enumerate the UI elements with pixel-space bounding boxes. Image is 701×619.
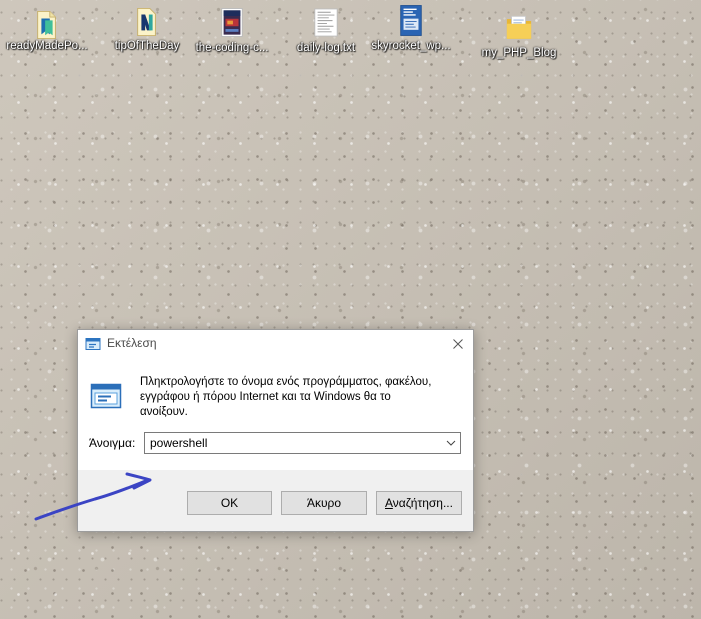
desktop-icon-label: daily-log.txt xyxy=(296,42,356,54)
dialog-description: Πληκτρολογήστε το όνομα ενός προγράμματο… xyxy=(140,375,431,420)
close-icon xyxy=(453,339,463,349)
dialog-button-bar: OK Άκυρο Αναζήτηση... xyxy=(78,470,473,531)
desktop-icon-label: skyrocket_wp... xyxy=(371,40,451,52)
document-app-icon xyxy=(33,10,61,40)
text-file-icon xyxy=(312,7,340,38)
dialog-title-bar[interactable]: Εκτέλεση xyxy=(78,330,473,358)
desktop-icon-daily-log[interactable]: daily-log.txt xyxy=(283,0,369,64)
desktop-icon-label: my_PHP_Blog xyxy=(481,47,557,59)
book-cover-icon xyxy=(397,4,425,37)
desktop-icon-my-php-blog[interactable]: my_PHP_Blog xyxy=(476,0,562,64)
desktop-icon-label: tipOfTheDay xyxy=(114,40,180,52)
open-label: Άνοιγμα: xyxy=(89,436,136,450)
desktop-wallpaper[interactable]: readyMadePo... tipOfTheDay the-coding-c. xyxy=(0,0,701,619)
book-cover-icon xyxy=(218,7,246,38)
ok-button[interactable]: OK xyxy=(187,491,272,515)
ok-button-label: OK xyxy=(220,496,239,510)
run-dialog: Εκτέλεση Πληκτρολογήστε το όνομα ενός πρ… xyxy=(77,329,474,532)
desktop-icon-label: readyMadePo... xyxy=(6,40,88,52)
browse-button-label: Αναζήτηση... xyxy=(385,496,453,510)
close-button[interactable] xyxy=(443,330,473,358)
desktop-icon-readymadepo[interactable]: readyMadePo... xyxy=(4,0,90,64)
browse-button[interactable]: Αναζήτηση... xyxy=(376,491,462,515)
dropdown-button[interactable] xyxy=(442,433,460,453)
run-large-icon xyxy=(90,380,122,412)
run-icon xyxy=(85,336,101,352)
desktop-icon-label: the-coding-c... xyxy=(195,42,269,54)
cancel-button[interactable]: Άκυρο xyxy=(281,491,367,515)
document-app-icon xyxy=(133,7,161,37)
description-line: ανοίξουν. xyxy=(140,406,188,418)
description-line: εγγράφου ή πόρου Internet και τα Windows… xyxy=(140,391,391,403)
folder-icon xyxy=(505,14,533,41)
open-input[interactable]: powershell xyxy=(150,436,207,450)
desktop-icon-tipoftheday[interactable]: tipOfTheDay xyxy=(104,0,190,64)
desktop-icon-the-coding[interactable]: the-coding-c... xyxy=(189,0,275,64)
open-combobox[interactable]: powershell xyxy=(144,432,461,454)
desktop-icon-skyrocket[interactable]: skyrocket_wp... xyxy=(368,0,454,64)
dialog-title: Εκτέλεση xyxy=(107,336,157,350)
cancel-button-label: Άκυρο xyxy=(306,496,342,510)
description-line: Πληκτρολογήστε το όνομα ενός προγράμματο… xyxy=(140,376,432,388)
chevron-down-icon xyxy=(446,440,456,446)
